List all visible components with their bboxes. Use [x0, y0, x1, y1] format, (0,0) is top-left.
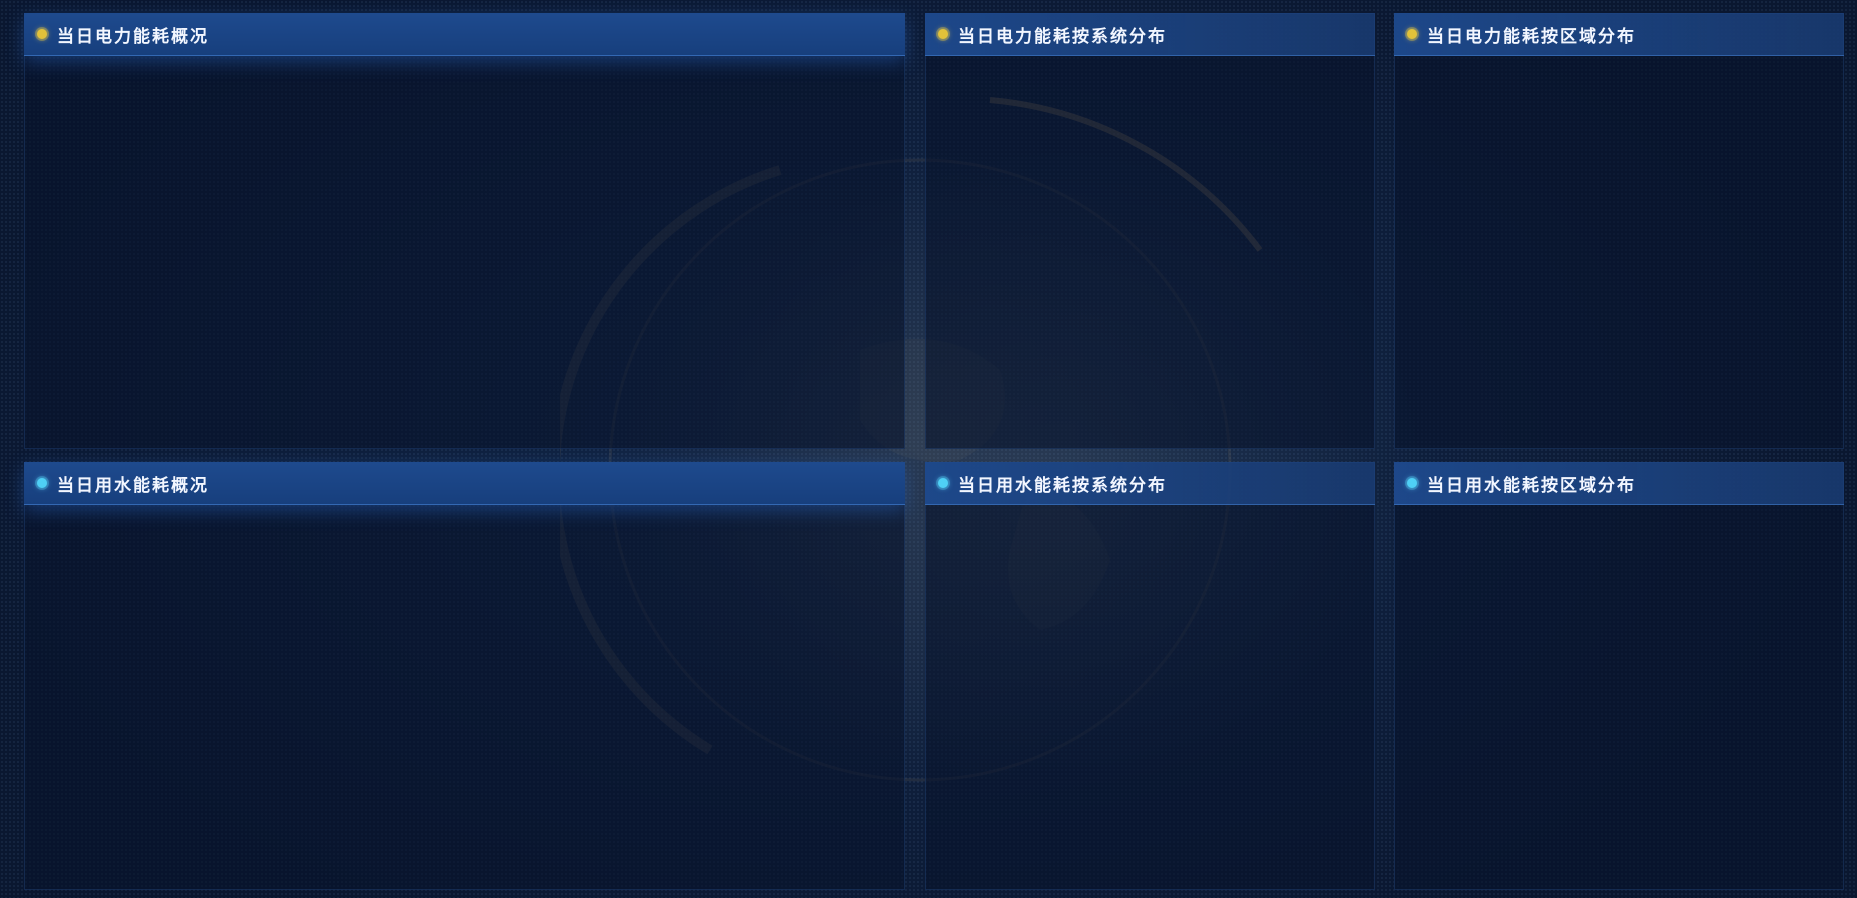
panel-title: 当日电力能耗按系统分布 — [958, 26, 1167, 47]
electric-by-system-panel: 当日电力能耗按系统分布 — [925, 13, 1375, 449]
water-overview-panel: 当日用水能耗概况 — [24, 462, 905, 890]
panel-body — [925, 56, 1375, 449]
panel-body — [1394, 505, 1844, 890]
panel-title: 当日用水能耗按系统分布 — [958, 475, 1167, 496]
dashboard-stage: 当日电力能耗概况 当日电力能耗按系统分布 当日电力能耗按区域分布 当日用水能耗概… — [0, 0, 1857, 898]
status-dot-icon — [37, 29, 47, 39]
panel-header: 当日用水能耗按系统分布 — [925, 462, 1375, 505]
panel-title: 当日电力能耗按区域分布 — [1427, 26, 1636, 47]
water-by-area-panel: 当日用水能耗按区域分布 — [1394, 462, 1844, 890]
status-dot-icon — [37, 478, 47, 488]
water-by-system-panel: 当日用水能耗按系统分布 — [925, 462, 1375, 890]
panel-title: 当日电力能耗概况 — [57, 26, 209, 47]
panel-header: 当日电力能耗按区域分布 — [1394, 13, 1844, 56]
status-dot-icon — [938, 29, 948, 39]
panel-header: 当日用水能耗按区域分布 — [1394, 462, 1844, 505]
panel-header: 当日用水能耗概况 — [24, 462, 905, 505]
panel-body — [1394, 56, 1844, 449]
status-dot-icon — [938, 478, 948, 488]
panel-header: 当日电力能耗按系统分布 — [925, 13, 1375, 56]
status-dot-icon — [1407, 29, 1417, 39]
panel-body — [24, 56, 905, 449]
status-dot-icon — [1407, 478, 1417, 488]
panel-title: 当日用水能耗概况 — [57, 475, 209, 496]
electric-overview-panel: 当日电力能耗概况 — [24, 13, 905, 449]
panel-body — [24, 505, 905, 890]
electric-by-area-panel: 当日电力能耗按区域分布 — [1394, 13, 1844, 449]
panel-body — [925, 505, 1375, 890]
panel-title: 当日用水能耗按区域分布 — [1427, 475, 1636, 496]
panel-header: 当日电力能耗概况 — [24, 13, 905, 56]
